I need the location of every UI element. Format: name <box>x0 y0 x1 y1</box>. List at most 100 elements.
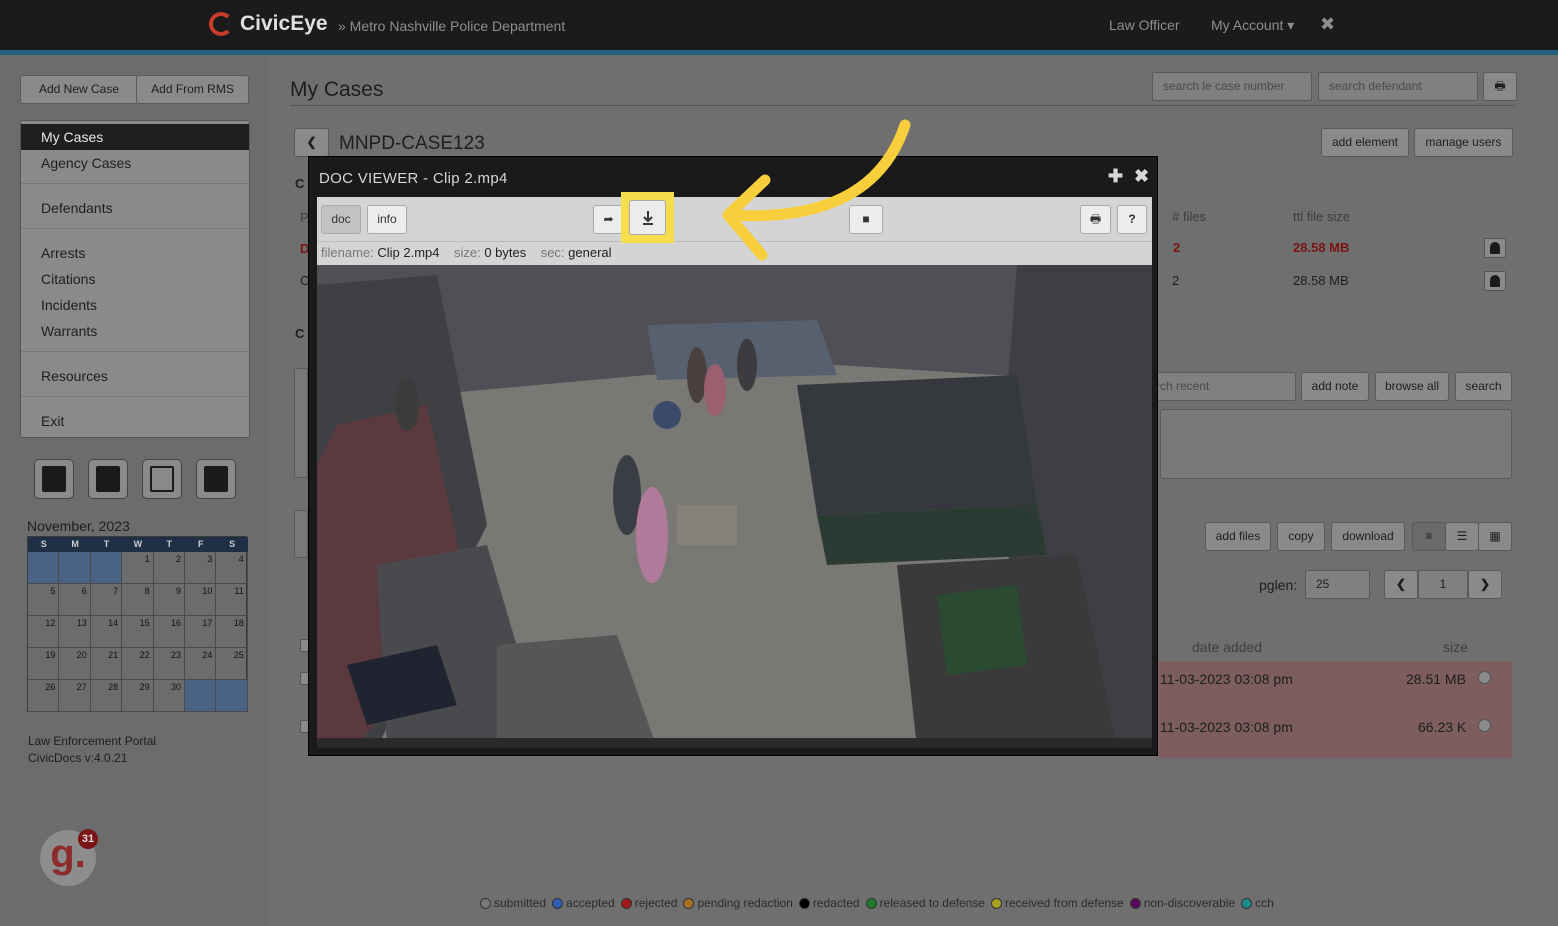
legend-label: submitted <box>494 896 547 910</box>
status-dot-icon <box>683 898 695 909</box>
book-icon[interactable] <box>196 459 236 499</box>
calendar-day[interactable]: 2 <box>153 552 185 584</box>
user-role-link[interactable]: Law Officer <box>1109 17 1180 33</box>
calendar-day[interactable]: 4 <box>216 552 248 584</box>
sidebar-item-exit[interactable]: Exit <box>21 408 249 434</box>
calendar-day[interactable]: 23 <box>153 648 185 680</box>
calendar-day[interactable]: 17 <box>185 616 217 648</box>
share-arrow-icon[interactable]: ➦ <box>593 205 624 234</box>
print-icon[interactable]: 🖶 <box>1483 72 1517 101</box>
calendar-day[interactable]: 30 <box>153 680 185 712</box>
calendar-day[interactable]: 20 <box>59 648 91 680</box>
calendar-day[interactable]: 7 <box>90 584 123 616</box>
sidebar-item-incidents[interactable]: Incidents <box>21 292 249 318</box>
calendar-day[interactable]: 18 <box>216 616 248 648</box>
print-icon[interactable]: 🖶 <box>1080 205 1111 234</box>
table-row[interactable]: 2 28.58 MB <box>1160 233 1510 263</box>
add-note-button[interactable]: add note <box>1301 372 1369 401</box>
back-chevron-icon[interactable]: ❮ <box>294 128 329 157</box>
help-button[interactable]: ? <box>1117 205 1147 234</box>
calendar-icon[interactable] <box>88 459 128 499</box>
video-player[interactable] <box>317 265 1152 748</box>
calendar-day[interactable]: 14 <box>90 616 123 648</box>
calendar-weekday: T <box>153 537 185 552</box>
calendar-day[interactable]: 8 <box>122 584 154 616</box>
search-case-input[interactable]: search le case number <box>1152 72 1312 101</box>
calendar-day[interactable]: 12 <box>28 616 60 648</box>
add-from-rms-button[interactable]: Add From RMS <box>136 75 249 104</box>
calendar-weekday: M <box>59 537 91 552</box>
add-files-button[interactable]: add files <box>1205 522 1271 551</box>
next-page-chevron-icon[interactable]: ❯ <box>1468 570 1502 599</box>
tab-info[interactable]: info <box>367 205 407 234</box>
tab-doc[interactable]: doc <box>321 205 361 234</box>
calendar-day[interactable]: 21 <box>90 648 123 680</box>
calendar-day[interactable]: 28 <box>90 680 123 712</box>
calendar-day[interactable]: 1 <box>122 552 154 584</box>
browse-all-button[interactable]: browse all <box>1375 372 1449 401</box>
calendar-empty-cell <box>185 680 217 712</box>
sidebar-item-resources[interactable]: Resources <box>21 363 249 389</box>
calendar-day[interactable]: 25 <box>216 648 248 680</box>
calendar-day[interactable]: 9 <box>153 584 185 616</box>
size-column-header: size <box>1443 639 1468 655</box>
status-dot-icon <box>798 898 810 909</box>
file-status-radio[interactable] <box>1478 671 1491 684</box>
prev-page-chevron-icon[interactable]: ❮ <box>1384 570 1418 599</box>
calendar-empty-cell <box>216 680 248 712</box>
calendar-day[interactable]: 16 <box>153 616 185 648</box>
download-button[interactable]: download <box>1331 522 1405 551</box>
sidebar-item-my-cases[interactable]: My Cases <box>21 124 249 150</box>
expand-plus-icon[interactable]: ✚ <box>1108 166 1123 187</box>
calendar-day[interactable]: 19 <box>28 648 60 680</box>
calendar-day[interactable]: 15 <box>122 616 154 648</box>
sidebar-item-citations[interactable]: Citations <box>21 266 249 292</box>
calendar-day[interactable]: 13 <box>59 616 91 648</box>
search-button[interactable]: search <box>1455 372 1512 401</box>
calendar-day[interactable]: 27 <box>59 680 91 712</box>
calendar-day[interactable]: 10 <box>185 584 217 616</box>
calendar-empty-cell <box>59 552 91 584</box>
file-status-radio[interactable] <box>1478 719 1491 732</box>
add-new-case-button[interactable]: Add New Case <box>20 75 138 104</box>
close-icon[interactable]: ✖ <box>1134 166 1149 187</box>
calendar-day[interactable]: 3 <box>185 552 217 584</box>
calendar-day[interactable]: 6 <box>59 584 91 616</box>
download-icon[interactable] <box>629 200 666 235</box>
list-view-icon[interactable]: ≡ <box>1412 522 1446 551</box>
sidebar-item-defendants[interactable]: Defendants <box>21 195 249 221</box>
calendar-day[interactable]: 5 <box>28 584 60 616</box>
size-value: 0 bytes <box>484 245 527 260</box>
logout-close-icon[interactable]: ✖ <box>1320 14 1335 35</box>
calendar-day[interactable]: 26 <box>28 680 60 712</box>
portal-info: Law Enforcement Portal CivicDocs v:4.0.2… <box>28 733 156 767</box>
search-defendant-input[interactable]: search defendant <box>1318 72 1478 101</box>
legend-item: non-discoverable <box>1129 896 1235 910</box>
add-element-button[interactable]: add element <box>1321 128 1409 157</box>
calendar-day[interactable]: 11 <box>216 584 248 616</box>
page-number-input[interactable]: 1 <box>1418 570 1468 599</box>
calendar-weekday: S <box>216 537 248 552</box>
manage-users-button[interactable]: manage users <box>1414 128 1513 157</box>
calendar-day[interactable]: 22 <box>122 648 154 680</box>
my-account-menu[interactable]: My Account ▾ <box>1211 17 1294 34</box>
status-dot-icon <box>990 898 1002 909</box>
sidebar-item-arrests[interactable]: Arrests <box>21 240 249 266</box>
calendar-day[interactable]: 24 <box>185 648 217 680</box>
panel-fragment <box>294 510 308 558</box>
user-icon[interactable] <box>1484 271 1506 291</box>
detail-view-icon[interactable]: ☰ <box>1445 522 1479 551</box>
map-icon[interactable] <box>142 459 182 499</box>
legend-item: released to defense <box>865 896 985 910</box>
sidebar-item-agency-cases[interactable]: Agency Cases <box>21 150 249 176</box>
copy-button[interactable]: copy <box>1277 522 1325 551</box>
status-dot-icon <box>480 898 491 909</box>
page-length-select[interactable]: 25 <box>1305 570 1370 599</box>
sidebar-item-warrants[interactable]: Warrants <box>21 318 249 344</box>
calendar-day[interactable]: 29 <box>122 680 154 712</box>
grid-view-icon[interactable]: ▦ <box>1478 522 1512 551</box>
search-recent-notes-input[interactable]: rch recent <box>1145 372 1296 401</box>
user-icon[interactable] <box>1484 238 1506 258</box>
calculator-icon[interactable] <box>34 459 74 499</box>
department-name: » Metro Nashville Police Department <box>338 18 566 34</box>
